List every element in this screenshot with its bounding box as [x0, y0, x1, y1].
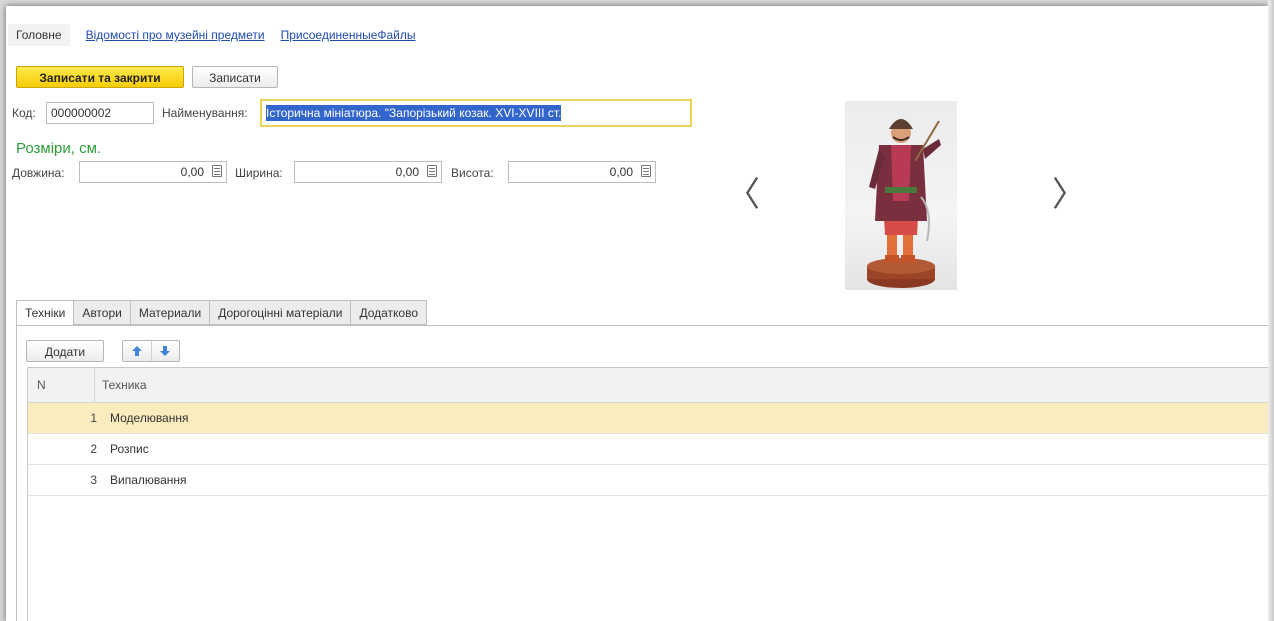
tab-divider	[16, 325, 1268, 326]
calculator-icon[interactable]	[427, 165, 437, 177]
name-label: Найменування:	[162, 106, 248, 120]
length-label: Довжина:	[12, 166, 65, 180]
add-row-button[interactable]: Додати	[26, 340, 104, 362]
museum-object-photo	[845, 101, 957, 290]
move-down-button[interactable]	[152, 341, 180, 361]
row-number: 2	[90, 442, 97, 456]
width-label: Ширина:	[235, 166, 283, 180]
code-label: Код:	[12, 106, 36, 120]
tab-techniques[interactable]: Техніки	[16, 300, 75, 326]
code-value: 000000002	[51, 106, 112, 120]
column-separator	[94, 368, 95, 402]
move-up-button[interactable]	[123, 341, 152, 361]
table-row[interactable]: 2 Розпис	[28, 434, 1268, 465]
tab-panel-border	[16, 325, 17, 621]
row-technique: Розпис	[110, 442, 149, 456]
height-label: Висота:	[451, 166, 494, 180]
next-image-chevron-icon[interactable]: 〉	[1052, 178, 1086, 212]
row-technique: Моделювання	[110, 411, 189, 425]
move-buttons-group	[122, 340, 180, 362]
length-value: 0,00	[180, 165, 204, 179]
calculator-icon[interactable]	[641, 165, 651, 177]
tab-precious-materials[interactable]: Дорогоцінні матеріали	[210, 300, 352, 325]
window-shadow-edge	[1268, 0, 1274, 621]
row-technique: Випалювання	[110, 473, 187, 487]
sizes-section-title: Розміри, см.	[16, 140, 102, 157]
cossack-figurine-image	[867, 119, 941, 288]
calculator-icon[interactable]	[212, 165, 222, 177]
nav-main[interactable]: Головне	[8, 24, 70, 46]
table-row[interactable]: 3 Випалювання	[28, 465, 1268, 496]
width-value: 0,00	[395, 165, 419, 179]
row-number: 1	[90, 411, 97, 425]
form-navigation: Головне Відомості про музейні предмети П…	[8, 24, 416, 46]
name-value: Історична мініатюра. "Запорізький козак.…	[266, 105, 562, 121]
tab-materials[interactable]: Материали	[130, 300, 211, 325]
nav-museum-objects-link[interactable]: Відомості про музейні предмети	[86, 28, 265, 42]
form-window: Головне Відомості про музейні предмети П…	[6, 6, 1268, 621]
table-row[interactable]: 1 Моделювання	[28, 403, 1268, 434]
save-button[interactable]: Записати	[192, 66, 278, 88]
arrow-up-icon	[131, 346, 142, 356]
column-header-n[interactable]: N	[37, 378, 46, 392]
row-number: 3	[90, 473, 97, 487]
height-value: 0,00	[609, 165, 633, 179]
arrow-down-icon	[160, 346, 171, 356]
length-field[interactable]: 0,00	[79, 161, 227, 183]
column-header-technique[interactable]: Техника	[102, 378, 147, 392]
tab-additional[interactable]: Додатково	[351, 300, 428, 325]
height-field[interactable]: 0,00	[508, 161, 656, 183]
nav-attached-files-link[interactable]: ПрисоединенныеФайлы	[281, 28, 416, 42]
save-and-close-button[interactable]: Записати та закрити	[16, 66, 184, 88]
name-field[interactable]: Історична мініатюра. "Запорізький козак.…	[260, 99, 692, 127]
table-header: N Техника	[28, 368, 1268, 403]
techniques-table: N Техника 1 Моделювання 2 Розпис 3 Випал…	[27, 367, 1268, 621]
previous-image-chevron-icon[interactable]: 〈	[726, 178, 760, 212]
width-field[interactable]: 0,00	[294, 161, 442, 183]
code-field[interactable]: 000000002	[46, 102, 154, 124]
tab-authors[interactable]: Автори	[74, 300, 131, 325]
tab-bar: Техніки Автори Материали Дорогоцінні мат…	[16, 300, 428, 326]
